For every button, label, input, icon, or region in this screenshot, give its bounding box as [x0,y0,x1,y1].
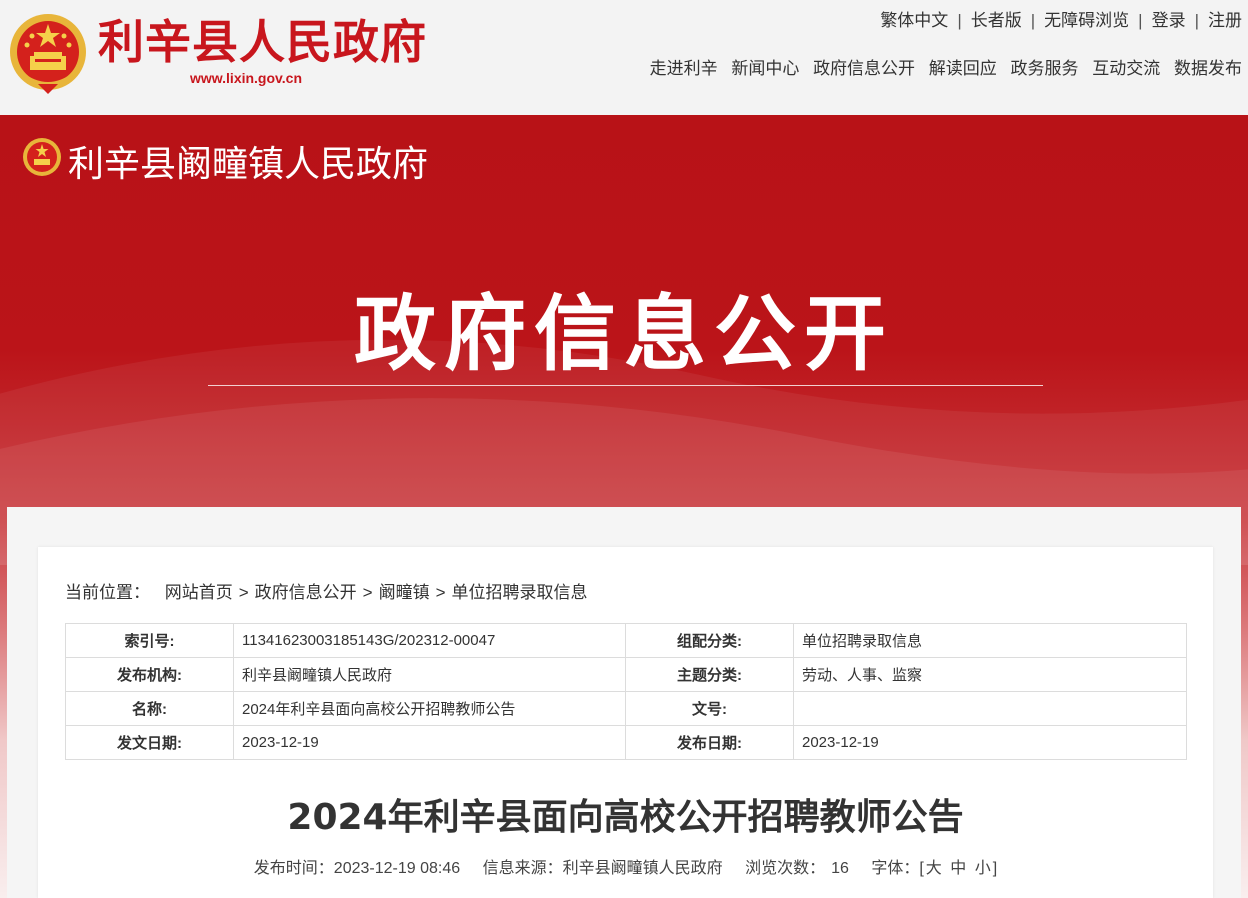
town-emblem-icon [23,138,61,176]
separator: | [1194,11,1199,30]
meta-key-name: 名称: [65,691,234,726]
font-size-bracket-close: ] [992,860,998,877]
national-emblem-icon [10,14,86,94]
nav-interaction[interactable]: 互动交流 [1092,59,1160,78]
font-size-medium-button[interactable]: 中 [950,860,966,877]
view-count-value: 16 [831,860,849,877]
breadcrumb: 当前位置： 网站首页 > 政府信息公开 > 阚疃镇 > 单位招聘录取信息 [65,578,588,603]
breadcrumb-separator: > [435,583,446,602]
meta-key-publish-date: 发布日期: [625,725,794,760]
font-size-control: 字体：[大 中 小] [871,860,997,877]
font-size-bracket-open: [ [919,860,924,877]
breadcrumb-category[interactable]: 单位招聘录取信息 [452,583,588,602]
breadcrumb-home[interactable]: 网站首页 [165,583,233,602]
breadcrumb-label: 当前位置： [65,583,150,602]
site-title: 利辛县人民政府 [98,15,427,69]
town-name: 利辛县阚疃镇人民政府 [68,144,429,185]
meta-key-index: 索引号: [65,623,234,658]
meta-value-doc-number [793,691,1187,726]
meta-value-publisher: 利辛县阚疃镇人民政府 [233,657,626,692]
article-meta: 发布时间：2023-12-19 08:46 信息来源：利辛县阚疃镇人民政府 浏览… [38,854,1213,878]
breadcrumb-town[interactable]: 阚疃镇 [379,583,430,602]
meta-value-issue-date: 2023-12-19 [233,725,626,760]
nav-interpretation[interactable]: 解读回应 [929,59,997,78]
meta-value-category: 单位招聘录取信息 [793,623,1187,658]
separator: | [1138,11,1143,30]
breadcrumb-separator: > [238,583,249,602]
separator: | [1030,11,1036,30]
meta-value-name: 2024年利辛县面向高校公开招聘教师公告 [233,691,626,726]
font-size-large-button[interactable]: 大 [926,860,942,877]
meta-value-topic: 劳动、人事、监察 [793,657,1187,692]
meta-key-issue-date: 发文日期: [65,725,234,760]
link-traditional-chinese[interactable]: 繁体中文 [880,11,948,30]
publish-time-value: 2023-12-19 08:46 [333,860,461,877]
meta-key-topic: 主题分类: [625,657,794,692]
site-url: www.lixin.gov.cn [190,70,303,86]
meta-key-publisher: 发布机构: [65,657,234,692]
table-row: 名称: 2024年利辛县面向高校公开招聘教师公告 文号: [65,691,1187,726]
heading-divider [208,385,1043,386]
breadcrumb-gov-info[interactable]: 政府信息公开 [255,583,357,602]
info-source-value: 利辛县阚疃镇人民政府 [562,860,723,877]
nav-news-center[interactable]: 新闻中心 [731,59,799,78]
view-count-label: 浏览次数： [745,860,826,877]
utility-links: 繁体中文 | 长者版 | 无障碍浏览 | 登录 | 注册 [880,6,1242,31]
link-elderly-version[interactable]: 长者版 [971,11,1022,30]
separator: | [957,11,962,30]
article-title: 2024年利辛县面向高校公开招聘教师公告 [287,797,964,838]
meta-key-doc-number: 文号: [625,691,794,726]
info-source-label: 信息来源： [482,860,563,877]
info-source: 信息来源：利辛县阚疃镇人民政府 [483,860,723,877]
link-login[interactable]: 登录 [1152,11,1186,30]
nav-data-release[interactable]: 数据发布 [1174,59,1242,78]
view-count: 浏览次数： 16 [745,860,849,877]
main-nav: 走进利辛 新闻中心 政府信息公开 解读回应 政务服务 互动交流 数据发布 [641,54,1242,79]
site-header: 利辛县人民政府 www.lixin.gov.cn 繁体中文 | 长者版 | 无障碍浏览 |… [0,0,1248,115]
nav-gov-services[interactable]: 政务服务 [1011,59,1079,78]
nav-about-lixin[interactable]: 走进利辛 [650,59,718,78]
font-size-small-button[interactable]: 小 [975,860,991,877]
section-heading: 政府信息公开 [353,287,894,382]
info-meta-table: 索引号: 11341623003185143G/202312-00047 组配分… [65,623,1187,760]
publish-time: 发布时间：2023-12-19 08:46 [254,860,460,877]
font-size-label: 字体： [871,860,920,877]
meta-key-category: 组配分类: [625,623,794,658]
table-row: 索引号: 11341623003185143G/202312-00047 组配分… [65,623,1187,658]
meta-value-publish-date: 2023-12-19 [793,725,1187,760]
table-row: 发布机构: 利辛县阚疃镇人民政府 主题分类: 劳动、人事、监察 [65,657,1187,692]
link-accessibility[interactable]: 无障碍浏览 [1044,11,1129,30]
link-register[interactable]: 注册 [1208,11,1242,30]
table-row: 发文日期: 2023-12-19 发布日期: 2023-12-19 [65,725,1187,760]
breadcrumb-separator: > [362,583,373,602]
nav-gov-info[interactable]: 政府信息公开 [813,59,915,78]
meta-value-index: 11341623003185143G/202312-00047 [233,623,626,658]
publish-time-label: 发布时间： [253,860,334,877]
